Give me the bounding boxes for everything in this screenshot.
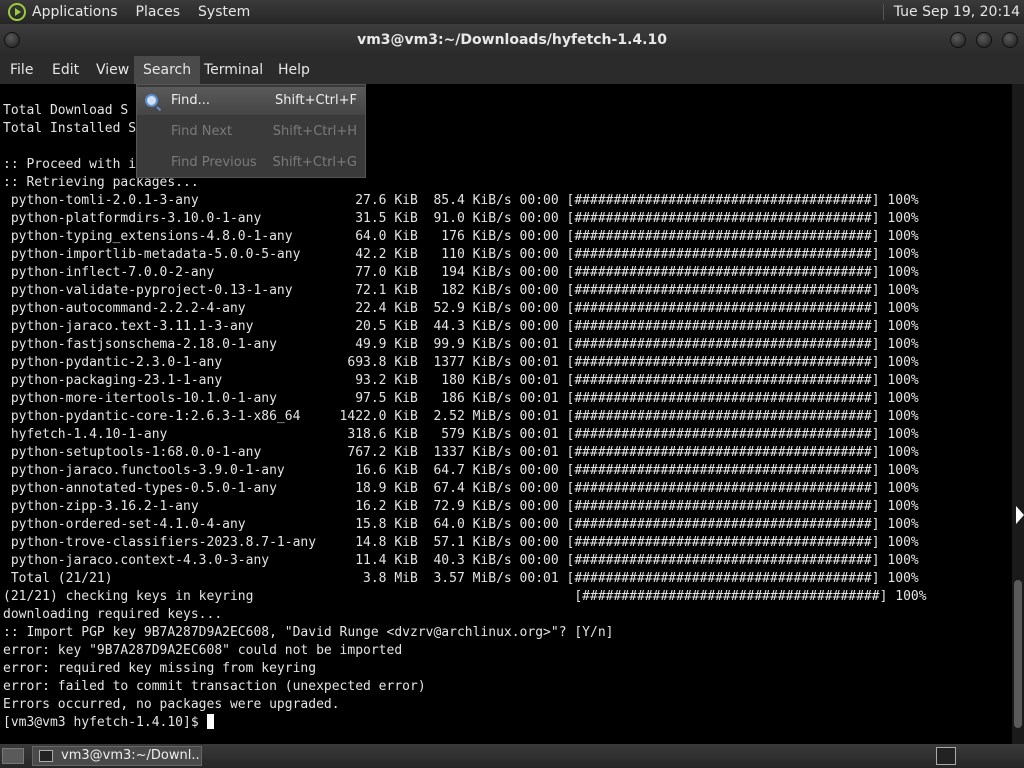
- window-titlebar[interactable]: vm3@vm3:~/Downloads/hyfetch-1.4.10: [0, 24, 1024, 56]
- terminal-line: (21/21) checking keys in keyring [######…: [3, 589, 927, 604]
- bottom-panel: vm3@vm3:~/Downl...: [0, 744, 1024, 768]
- find-label: Find...: [171, 93, 211, 108]
- terminal-line: Total Download S: [3, 103, 129, 118]
- prompt-line: [vm3@vm3 hyfetch-1.4.10]$: [3, 714, 214, 732]
- terminal-line: Total Installed S: [3, 121, 137, 136]
- menu-edit[interactable]: Edit: [43, 56, 88, 84]
- terminal-line: python-pydantic-2.3.0-1-any 693.8 KiB 13…: [3, 355, 919, 370]
- menu-item-find[interactable]: Find... Shift+Ctrl+F: [137, 87, 365, 115]
- terminal-line: python-inflect-7.0.0-2-any 77.0 KiB 194 …: [3, 265, 919, 280]
- applications-menu[interactable]: Applications: [32, 4, 118, 20]
- menu-search[interactable]: Search: [134, 56, 201, 84]
- terminal-line: python-jaraco.text-3.11.1-3-any 20.5 KiB…: [3, 319, 919, 334]
- terminal-line: Total (21/21) 3.8 MiB 3.57 MiB/s 00:01 […: [3, 571, 919, 586]
- top-panel: Applications Places System Tue Sep 19, 2…: [0, 0, 1024, 24]
- find-icon: [145, 94, 158, 107]
- find-next-shortcut: Shift+Ctrl+H: [272, 124, 357, 139]
- mouse-pointer-icon: [1016, 506, 1024, 524]
- terminal-line: error: required key missing from keyring: [3, 661, 317, 676]
- workspace-switcher-icon[interactable]: [936, 747, 956, 765]
- distro-logo-icon[interactable]: [8, 3, 26, 21]
- taskbar-window-label: vm3@vm3:~/Downl...: [61, 748, 199, 763]
- terminal-line: python-jaraco.context-4.3.0-3-any 11.4 K…: [3, 553, 919, 568]
- find-shortcut: Shift+Ctrl+F: [275, 93, 357, 108]
- close-button[interactable]: [1002, 32, 1018, 48]
- search-menu-dropdown: Find... Shift+Ctrl+F Find Next Shift+Ctr…: [136, 84, 366, 178]
- text-cursor: [206, 714, 214, 729]
- terminal-line: :: Import PGP key 9B7A287D9A2EC608, "Dav…: [3, 625, 614, 640]
- terminal-line: python-typing_extensions-4.8.0-1-any 64.…: [3, 229, 919, 244]
- terminal-line: python-tomli-2.0.1-3-any 27.6 KiB 85.4 K…: [3, 193, 919, 208]
- terminal-line: python-more-itertools-10.1.0-1-any 97.5 …: [3, 391, 919, 406]
- terminal-line: error: failed to commit transaction (une…: [3, 679, 426, 694]
- menu-view[interactable]: View: [87, 56, 138, 84]
- clock[interactable]: Tue Sep 19, 20:14: [882, 4, 1020, 20]
- scrollbar-thumb[interactable]: [1014, 580, 1022, 728]
- terminal-line: python-jaraco.functools-3.9.0-1-any 16.6…: [3, 463, 919, 478]
- find-previous-label: Find Previous: [171, 155, 257, 170]
- terminal-line: :: Proceed with i: [3, 157, 137, 172]
- menu-help[interactable]: Help: [269, 56, 319, 84]
- terminal-icon: [39, 750, 53, 762]
- terminal-line: Errors occurred, no packages were upgrad…: [3, 697, 340, 712]
- terminal-line: downloading required keys...: [3, 607, 223, 622]
- menu-item-find-next[interactable]: Find Next Shift+Ctrl+H: [137, 118, 365, 146]
- terminal-line: python-trove-classifiers-2023.8.7-1-any …: [3, 535, 919, 550]
- terminal-line: python-validate-pyproject-0.13-1-any 72.…: [3, 283, 919, 298]
- terminal-line: python-setuptools-1:68.0.0-1-any 767.2 K…: [3, 445, 919, 460]
- terminal-line: python-importlib-metadata-5.0.0-5-any 42…: [3, 247, 919, 262]
- terminal-line: python-zipp-3.16.2-1-any 16.2 KiB 72.9 K…: [3, 499, 919, 514]
- menu-item-find-previous[interactable]: Find Previous Shift+Ctrl+G: [137, 149, 365, 177]
- terminal-line: python-fastjsonschema-2.18.0-1-any 49.9 …: [3, 337, 919, 352]
- terminal-line: python-autocommand-2.2.2-4-any 22.4 KiB …: [3, 301, 919, 316]
- places-menu[interactable]: Places: [136, 4, 181, 20]
- terminal-line: hyfetch-1.4.10-1-any 318.6 KiB 579 KiB/s…: [3, 427, 919, 442]
- terminal-line: python-platformdirs-3.10.0-1-any 31.5 Ki…: [3, 211, 919, 226]
- window-title: vm3@vm3:~/Downloads/hyfetch-1.4.10: [357, 32, 667, 48]
- system-menu[interactable]: System: [198, 4, 250, 20]
- menu-bar: File Edit View Search Terminal Help: [0, 56, 1024, 84]
- terminal-output[interactable]: Total Download STotal Installed S:: Proc…: [0, 84, 1012, 744]
- find-next-label: Find Next: [171, 124, 233, 139]
- shell-prompt: [vm3@vm3 hyfetch-1.4.10]$: [3, 715, 207, 730]
- minimize-button[interactable]: [950, 32, 966, 48]
- menu-terminal[interactable]: Terminal: [195, 56, 272, 84]
- terminal-line: python-packaging-23.1-1-any 93.2 KiB 180…: [3, 373, 919, 388]
- terminal-line: python-pydantic-core-1:2.6.3-1-x86_64 14…: [3, 409, 919, 424]
- menu-file[interactable]: File: [1, 56, 42, 84]
- show-desktop-icon[interactable]: [2, 748, 24, 764]
- terminal-line: python-ordered-set-4.1.0-4-any 15.8 KiB …: [3, 517, 919, 532]
- taskbar-window-button[interactable]: vm3@vm3:~/Downl...: [32, 746, 202, 766]
- maximize-button[interactable]: [976, 32, 992, 48]
- find-previous-shortcut: Shift+Ctrl+G: [272, 155, 357, 170]
- terminal-line: error: key "9B7A287D9A2EC608" could not …: [3, 643, 403, 658]
- terminal-line: python-annotated-types-0.5.0-1-any 18.9 …: [3, 481, 919, 496]
